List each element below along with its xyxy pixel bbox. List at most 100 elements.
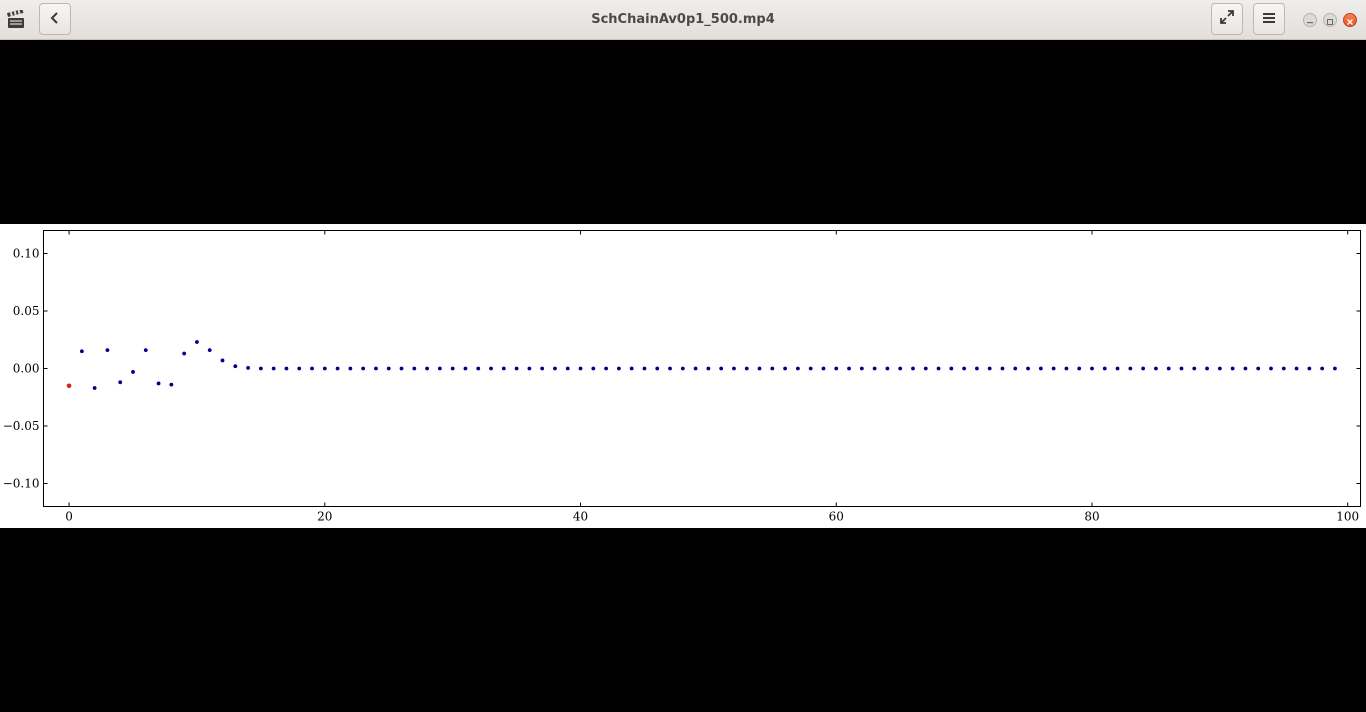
data-point <box>348 366 353 371</box>
data-point <box>1154 366 1158 371</box>
data-point <box>1281 366 1286 371</box>
data-point <box>79 349 84 354</box>
y-tick-label: −0.10 <box>3 477 40 491</box>
data-point <box>987 366 992 371</box>
hamburger-menu-icon <box>1262 10 1276 29</box>
data-point <box>604 366 609 371</box>
data-point <box>1217 366 1222 371</box>
maximize-icon <box>1326 11 1334 30</box>
data-point <box>949 366 954 371</box>
minimize-icon <box>1306 11 1314 30</box>
data-point <box>1333 366 1337 371</box>
data-point <box>540 366 545 371</box>
data-point <box>1192 366 1197 371</box>
data-point <box>450 366 455 371</box>
x-tick-label: 60 <box>829 510 844 524</box>
data-point <box>514 366 519 371</box>
data-point <box>271 366 276 371</box>
minimize-button[interactable] <box>1303 13 1317 27</box>
data-point <box>975 366 979 371</box>
data-point <box>770 366 775 371</box>
x-tick-label: 20 <box>317 510 332 524</box>
data-point <box>757 366 762 371</box>
data-point <box>220 358 225 363</box>
data-point <box>923 366 928 371</box>
data-point <box>118 380 123 385</box>
data-point <box>1115 366 1120 371</box>
data-point <box>1128 366 1133 371</box>
data-point <box>437 366 442 371</box>
data-point <box>693 366 698 371</box>
data-point <box>143 348 148 352</box>
x-tick-label: 40 <box>573 510 588 524</box>
y-tick-label: 0.05 <box>13 304 40 318</box>
data-point <box>1013 366 1018 371</box>
data-point <box>834 366 839 371</box>
data-point <box>501 366 506 371</box>
data-point <box>821 366 826 371</box>
data-point <box>591 366 596 371</box>
data-point <box>399 366 404 371</box>
data-point <box>898 366 903 371</box>
data-point <box>284 366 289 371</box>
data-point <box>182 351 187 356</box>
menu-button[interactable] <box>1253 3 1285 35</box>
data-point <box>629 366 634 371</box>
data-point <box>1102 366 1107 371</box>
data-point <box>744 366 749 371</box>
data-point <box>463 366 468 371</box>
data-point <box>374 366 378 371</box>
data-point <box>1256 366 1261 371</box>
clapperboard-icon <box>6 8 26 30</box>
maximize-button[interactable] <box>1323 13 1337 27</box>
data-point <box>335 366 340 371</box>
data-point <box>425 366 429 371</box>
chevron-left-icon <box>48 10 62 29</box>
data-point <box>92 386 97 390</box>
data-point <box>1038 366 1043 371</box>
data-point <box>1166 366 1171 371</box>
data-point <box>322 366 327 371</box>
scatter-plot: 0 20 40 60 80 100 −0.10 −0.05 0.00 0.05 0.10 <box>3 230 1361 524</box>
data-point <box>578 366 583 371</box>
data-point <box>131 370 135 374</box>
data-point <box>412 366 417 371</box>
data-point <box>489 366 493 371</box>
close-icon <box>1346 11 1354 30</box>
data-point <box>808 366 813 371</box>
data-point <box>1205 366 1209 371</box>
data-point <box>795 366 800 371</box>
close-button[interactable] <box>1343 13 1357 27</box>
data-point <box>655 366 660 371</box>
data-point <box>1090 366 1094 371</box>
data-point <box>668 366 672 371</box>
fullscreen-expand-icon <box>1219 9 1235 29</box>
data-point <box>847 366 851 371</box>
y-tick-label: 0.10 <box>13 247 40 261</box>
y-tick-label: 0.00 <box>13 362 40 376</box>
data-point <box>885 366 890 371</box>
data-point <box>105 348 110 352</box>
data-point <box>1307 366 1312 371</box>
data-point <box>66 383 72 389</box>
data-point <box>936 366 941 371</box>
data-point <box>258 366 263 371</box>
data-point <box>616 366 621 371</box>
data-point <box>1243 366 1248 371</box>
data-point <box>1064 366 1069 371</box>
data-point <box>706 366 711 371</box>
data-point <box>911 366 915 371</box>
data-point <box>386 366 391 371</box>
data-point <box>1000 366 1005 371</box>
data-point <box>169 382 174 387</box>
data-point <box>207 348 212 352</box>
data-point <box>246 366 250 370</box>
fullscreen-button[interactable] <box>1211 3 1243 35</box>
x-tick-label: 80 <box>1084 510 1099 524</box>
back-button[interactable] <box>39 3 71 35</box>
data-point <box>1026 366 1030 371</box>
plot-axes-box <box>43 230 1361 507</box>
data-point <box>1051 366 1056 371</box>
data-point <box>872 366 877 371</box>
data-point <box>476 366 481 371</box>
